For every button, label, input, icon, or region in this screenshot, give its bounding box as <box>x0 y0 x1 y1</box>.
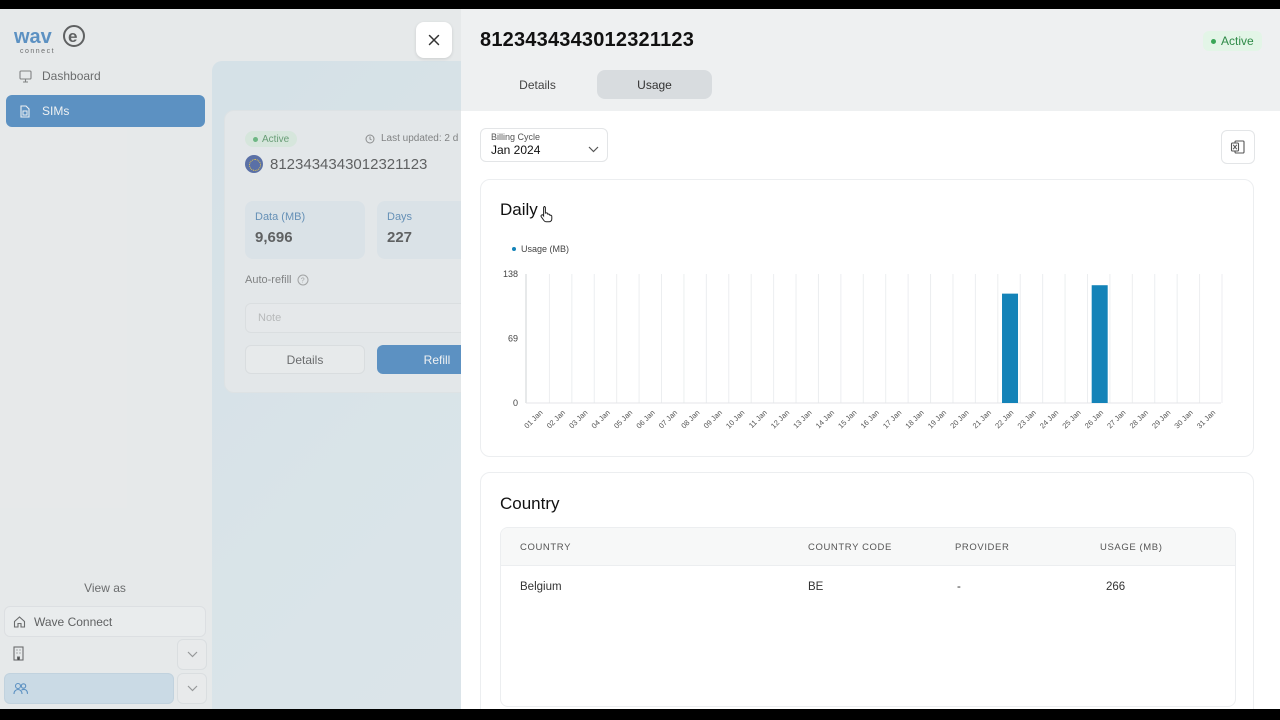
daily-chart-card: Daily Usage (MB) 138 69 0 01 Jan 02 Jan 03 Ja… <box>480 179 1254 457</box>
export-excel-button[interactable] <box>1221 130 1255 164</box>
x-tick-label: 25 Jan <box>1060 408 1082 430</box>
x-tick-label: 10 Jan <box>724 408 746 430</box>
close-icon <box>428 34 440 46</box>
x-tick-label: 29 Jan <box>1150 408 1172 430</box>
x-tick-label: 23 Jan <box>1016 408 1038 430</box>
x-tick-label: 31 Jan <box>1195 408 1217 430</box>
cell-provider: - <box>957 581 961 593</box>
x-tick-label: 02 Jan <box>545 408 567 430</box>
x-tick-label: 22 Jan <box>993 408 1015 430</box>
x-tick-label: 24 Jan <box>1038 408 1060 430</box>
tab-usage[interactable]: Usage <box>597 70 712 99</box>
excel-icon <box>1230 139 1246 155</box>
x-tick-label: 18 Jan <box>903 408 925 430</box>
daily-usage-chart: 138 69 0 01 Jan 02 Jan 03 Jan 04 Jan 05 Jan 06 J… <box>503 269 1223 430</box>
x-tick-label: 07 Jan <box>657 408 679 430</box>
x-tick-label: 17 Jan <box>881 408 903 430</box>
x-tick-label: 06 Jan <box>634 408 656 430</box>
x-tick-label: 08 Jan <box>679 408 701 430</box>
cell-usage: 266 <box>1106 581 1126 593</box>
x-tick-label: 04 Jan <box>590 408 612 430</box>
y-tick-label: 138 <box>503 269 518 279</box>
country-card: Country COUNTRY COUNTRY CODE PROVIDER US… <box>480 472 1254 709</box>
frame-top <box>0 0 1280 9</box>
billing-cycle-value: Jan 2024 <box>491 143 541 157</box>
chart-legend: Usage (MB) <box>512 244 569 254</box>
country-title: Country <box>500 494 560 513</box>
billing-cycle-label: Billing Cycle <box>491 132 541 142</box>
status-badge: Active <box>1203 31 1262 51</box>
billing-cycle-select[interactable]: Billing Cycle Jan 2024 <box>480 128 608 162</box>
drawer-title: 8123434343012321123 <box>480 29 695 51</box>
y-tick-label: 0 <box>513 398 518 408</box>
x-tick-label: 19 Jan <box>926 408 948 430</box>
sim-detail-drawer: 8123434343012321123 Active Details Usage… <box>461 9 1280 709</box>
header-usage[interactable]: USAGE (MB) <box>1100 542 1162 553</box>
status-text: Active <box>1221 34 1254 48</box>
legend-swatch <box>512 247 516 251</box>
x-tick-label: 13 Jan <box>791 408 813 430</box>
x-tick-label: 03 Jan <box>567 408 589 430</box>
header-provider[interactable]: PROVIDER <box>955 542 1009 553</box>
x-tick-label: 14 Jan <box>814 408 836 430</box>
legend-label: Usage (MB) <box>521 244 570 254</box>
x-tick-label: 09 Jan <box>702 408 724 430</box>
x-tick-label: 11 Jan <box>747 408 769 430</box>
table-row[interactable] <box>501 566 1235 606</box>
x-tick-label: 30 Jan <box>1172 408 1194 430</box>
frame-bottom <box>0 709 1280 720</box>
header-country[interactable]: COUNTRY <box>520 542 571 553</box>
x-tick-label: 27 Jan <box>1105 408 1127 430</box>
x-tick-label: 12 Jan <box>769 408 791 430</box>
daily-title: Daily <box>500 200 538 219</box>
x-tick-label: 05 Jan <box>612 408 634 430</box>
x-tick-label: 21 Jan <box>971 408 993 430</box>
hand-cursor-icon <box>540 205 554 228</box>
x-tick-label: 28 Jan <box>1128 408 1150 430</box>
bar-22-jan <box>1002 293 1019 403</box>
x-tick-label: 16 Jan <box>859 408 881 430</box>
chevron-down-icon <box>588 140 599 158</box>
x-tick-label: 26 Jan <box>1083 408 1105 430</box>
tab-details[interactable]: Details <box>480 70 595 99</box>
table-header: COUNTRY COUNTRY CODE PROVIDER USAGE (MB) <box>501 528 1235 566</box>
app-background: wav e connect Dashboard SIMs View as Wav… <box>0 9 1280 709</box>
cell-country: Belgium <box>520 581 562 593</box>
x-tick-label: 15 Jan <box>836 408 858 430</box>
cell-country-code: BE <box>808 581 824 593</box>
header-country-code[interactable]: COUNTRY CODE <box>808 542 892 553</box>
x-tick-label: 20 Jan <box>948 408 970 430</box>
bar-26-jan <box>1091 285 1108 403</box>
y-tick-label: 69 <box>508 334 518 344</box>
x-tick-label: 01 Jan <box>522 408 544 430</box>
status-dot-icon <box>1211 38 1216 44</box>
close-button[interactable] <box>416 22 452 58</box>
country-table: COUNTRY COUNTRY CODE PROVIDER USAGE (MB)… <box>500 527 1236 707</box>
drawer-header: 8123434343012321123 Active Details Usage <box>461 9 1280 111</box>
